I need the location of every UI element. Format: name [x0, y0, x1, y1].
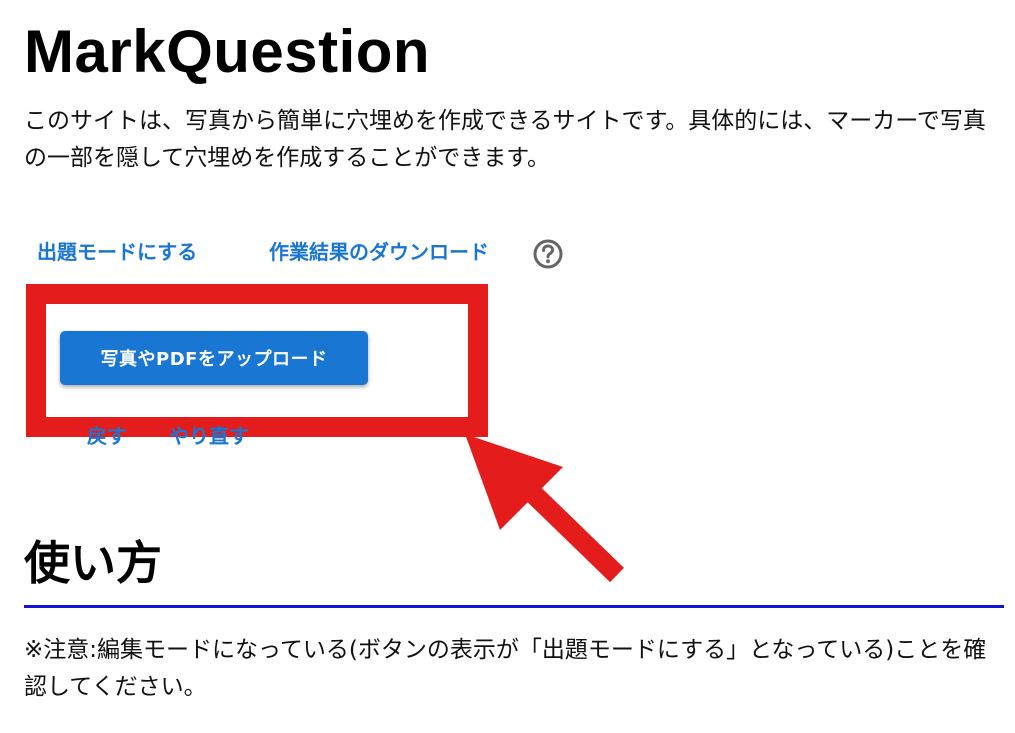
- undo-link[interactable]: 戻す: [87, 421, 127, 451]
- help-icon[interactable]: [532, 238, 564, 270]
- site-description: このサイトは、写真から簡単に穴埋めを作成できるサイトです。具体的には、マーカーで…: [24, 108, 986, 171]
- mode-toggle-link[interactable]: 出題モードにする: [37, 236, 197, 268]
- question-circle-icon: [533, 239, 563, 269]
- howto-heading: 使い方: [24, 536, 162, 590]
- howto-note: ※注意:編集モードになっている(ボタンの表示が「出題モードにする」となっている)…: [24, 637, 987, 700]
- redo-link[interactable]: やり直す: [169, 421, 249, 451]
- red-arrow-annotation: [465, 434, 624, 583]
- page-title: MarkQuestion: [24, 18, 431, 85]
- section-divider: [24, 605, 1004, 608]
- upload-photo-pdf-button[interactable]: 写真やPDFをアップロード: [60, 331, 368, 385]
- page: MarkQuestion このサイトは、写真から簡単に穴埋めを作成できるサイトで…: [0, 0, 1015, 733]
- download-results-link[interactable]: 作業結果のダウンロード: [269, 236, 489, 268]
